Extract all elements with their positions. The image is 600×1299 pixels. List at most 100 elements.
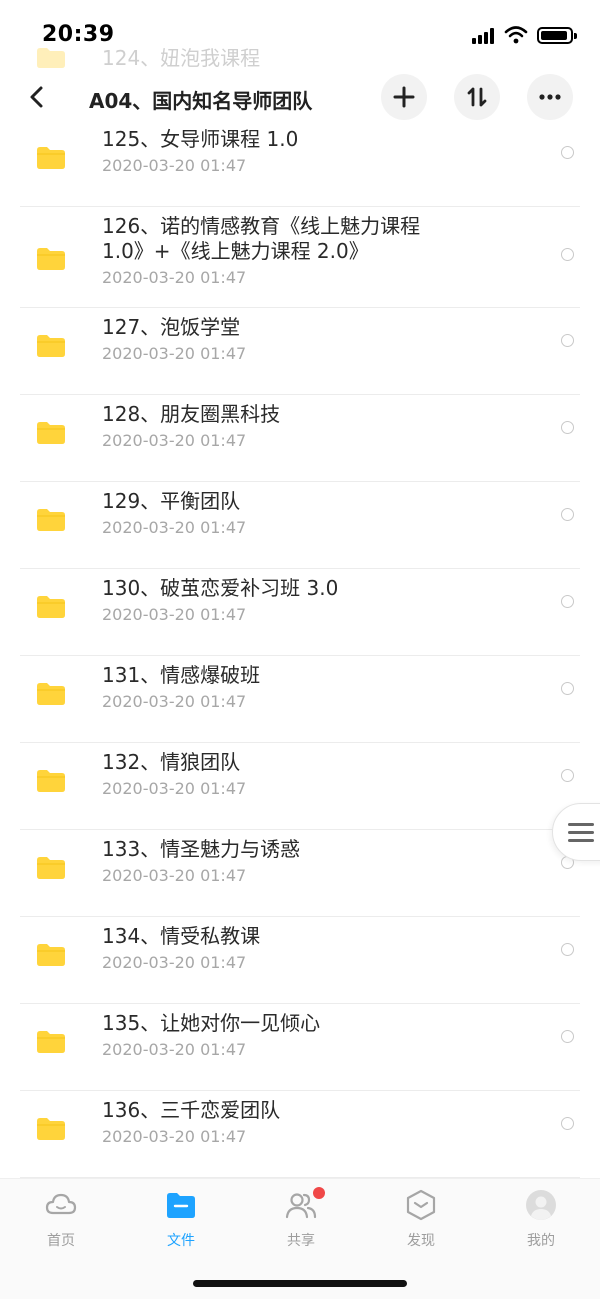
file-date: 2020-03-20 01:47 [102, 344, 247, 363]
page-title: A04、国内知名导师团队 [89, 89, 313, 113]
folder-icon [37, 857, 65, 879]
file-row[interactable]: 128、朋友圈黑科技 2020-03-20 01:47 [0, 395, 600, 482]
notification-badge [313, 1187, 325, 1199]
select-checkbox[interactable] [561, 1030, 574, 1043]
file-row[interactable]: 126、诺的情感教育《线上魅力课程 1.0》+《线上魅力课程 2.0》 2020-… [0, 207, 600, 308]
folder-icon [167, 1193, 195, 1218]
folder-icon [37, 147, 65, 169]
file-text: 129、平衡团队 2020-03-20 01:47 [102, 489, 502, 539]
file-text: 133、情圣魅力与诱惑 2020-03-20 01:47 [102, 837, 502, 887]
file-text: 130、破茧恋爱补习班 3.0 2020-03-20 01:47 [102, 576, 502, 626]
more-icon [539, 94, 561, 100]
file-date: 2020-03-20 01:47 [102, 605, 247, 624]
file-row[interactable]: 133、情圣魅力与诱惑 2020-03-20 01:47 [0, 830, 600, 917]
cellular-signal-icon [472, 28, 496, 44]
file-name: 134、情受私教课 [102, 924, 261, 948]
file-name: 133、情圣魅力与诱惑 [102, 837, 301, 861]
select-checkbox[interactable] [561, 146, 574, 159]
file-date: 2020-03-20 01:47 [102, 1127, 247, 1146]
tab-shared[interactable]: 共享 [261, 1187, 341, 1251]
file-date: 2020-03-20 01:47 [102, 431, 247, 450]
file-name: 129、平衡团队 [102, 489, 241, 513]
file-row[interactable]: 135、让她对你一见倾心 2020-03-20 01:47 [0, 1004, 600, 1091]
file-name: 127、泡饭学堂 [102, 315, 241, 339]
file-row[interactable]: 127、泡饭学堂 2020-03-20 01:47 [0, 308, 600, 395]
file-name: 126、诺的情感教育《线上魅力课程 1.0》+《线上魅力课程 2.0》 [102, 214, 421, 263]
file-name: 130、破茧恋爱补习班 3.0 [102, 576, 339, 600]
tab-label: 文件 [167, 1233, 195, 1249]
file-row[interactable]: 129、平衡团队 2020-03-20 01:47 [0, 482, 600, 569]
file-name: 132、情狼团队 [102, 750, 241, 774]
file-date: 2020-03-20 01:47 [102, 779, 247, 798]
file-row[interactable]: 131、情感爆破班 2020-03-20 01:47 [0, 656, 600, 743]
sort-icon [467, 87, 487, 107]
select-checkbox[interactable] [561, 595, 574, 608]
tab-profile[interactable]: 我的 [501, 1189, 581, 1251]
file-name: 135、让她对你一见倾心 [102, 1011, 321, 1035]
sort-button[interactable] [454, 74, 500, 120]
file-text: 125、女导师课程 1.0 2020-03-20 01:47 [102, 127, 502, 177]
file-date: 2020-03-20 01:47 [102, 1040, 247, 1059]
file-text: 132、情狼团队 2020-03-20 01:47 [102, 750, 502, 800]
file-text: 136、三千恋爱团队 2020-03-20 01:47 [102, 1098, 502, 1148]
folder-icon [37, 944, 65, 966]
file-date: 2020-03-20 01:47 [102, 518, 247, 537]
folder-icon [37, 770, 65, 792]
status-time: 20:39 [42, 22, 115, 47]
wifi-icon [504, 26, 528, 44]
cloud-icon [45, 1193, 77, 1215]
folder-icon [37, 683, 65, 705]
status-bar: 20:39 [0, 0, 600, 70]
select-checkbox[interactable] [561, 769, 574, 782]
tab-discover[interactable]: 发现 [381, 1189, 461, 1251]
file-text: 128、朋友圈黑科技 2020-03-20 01:47 [102, 402, 502, 452]
file-date: 2020-03-20 01:47 [102, 692, 247, 711]
plus-icon [393, 86, 415, 108]
tab-label: 首页 [47, 1233, 75, 1249]
avatar-icon [526, 1190, 556, 1220]
file-text: 134、情受私教课 2020-03-20 01:47 [102, 924, 502, 974]
file-date: 2020-03-20 01:47 [102, 953, 247, 972]
nav-bar: A04、国内知名导师团队 [0, 74, 600, 120]
tab-home[interactable]: 首页 [21, 1189, 101, 1251]
select-checkbox[interactable] [561, 421, 574, 434]
select-checkbox[interactable] [561, 334, 574, 347]
folder-icon [37, 509, 65, 531]
file-text: 131、情感爆破班 2020-03-20 01:47 [102, 663, 502, 713]
file-text: 127、泡饭学堂 2020-03-20 01:47 [102, 315, 502, 365]
file-date: 2020-03-20 01:47 [102, 268, 247, 287]
more-button[interactable] [527, 74, 573, 120]
select-checkbox[interactable] [561, 1117, 574, 1130]
tab-label: 发现 [407, 1233, 435, 1249]
file-row[interactable]: 136、三千恋爱团队 2020-03-20 01:47 [0, 1091, 600, 1178]
file-name: 131、情感爆破班 [102, 663, 261, 687]
folder-icon [37, 335, 65, 357]
file-row[interactable]: 130、破茧恋爱补习班 3.0 2020-03-20 01:47 [0, 569, 600, 656]
file-row[interactable]: 132、情狼团队 2020-03-20 01:47 [0, 743, 600, 830]
battery-icon [537, 27, 577, 44]
discover-icon [406, 1189, 436, 1221]
folder-icon [37, 248, 65, 270]
file-name: 128、朋友圈黑科技 [102, 402, 281, 426]
back-button[interactable] [22, 80, 52, 114]
home-indicator [193, 1280, 407, 1287]
file-date: 2020-03-20 01:47 [102, 866, 247, 885]
select-checkbox[interactable] [561, 248, 574, 261]
folder-icon [37, 1031, 65, 1053]
select-checkbox[interactable] [561, 682, 574, 695]
folder-icon [37, 596, 65, 618]
select-checkbox[interactable] [561, 508, 574, 521]
folder-icon [37, 422, 65, 444]
file-text: 126、诺的情感教育《线上魅力课程 1.0》+《线上魅力课程 2.0》 2020-… [102, 214, 502, 289]
tab-files[interactable]: 文件 [141, 1189, 221, 1251]
folder-icon [37, 1118, 65, 1140]
file-name: 125、女导师课程 1.0 [102, 127, 299, 151]
file-text: 135、让她对你一见倾心 2020-03-20 01:47 [102, 1011, 502, 1061]
add-button[interactable] [381, 74, 427, 120]
select-checkbox[interactable] [561, 943, 574, 956]
file-list: 125、女导师课程 1.0 2020-03-20 01:47 126、诺的情感教育《… [0, 120, 600, 1178]
file-name: 136、三千恋爱团队 [102, 1098, 281, 1122]
file-row[interactable]: 134、情受私教课 2020-03-20 01:47 [0, 917, 600, 1004]
file-date: 2020-03-20 01:47 [102, 156, 247, 175]
file-row[interactable]: 125、女导师课程 1.0 2020-03-20 01:47 [0, 120, 600, 207]
